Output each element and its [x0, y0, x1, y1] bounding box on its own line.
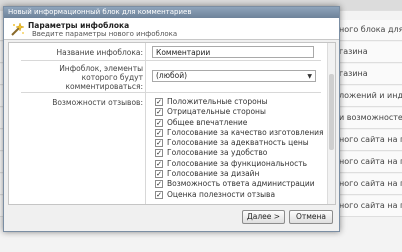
option-label: Отрицательные стороны [167, 107, 266, 117]
row-text: и возможностей п [339, 113, 402, 122]
option-label: Голосование за удобство [167, 148, 268, 158]
window-titlebar[interactable]: Новый информационный блок для комментари… [4, 7, 339, 18]
row-text: ного блока для ко [339, 25, 402, 34]
row-text: ного сайта на при [339, 201, 402, 210]
dialog-header: Параметры инфоблока Введите параметры но… [4, 18, 339, 40]
row-infoblock-name: Название инфоблока: [21, 43, 321, 61]
row-text: газина [339, 69, 368, 78]
option-label: Голосование за адекватность цены [167, 138, 309, 148]
checkbox[interactable]: ✓ [155, 128, 163, 137]
option-admin-reply[interactable]: ✓ Возможность ответа администрации [155, 179, 325, 189]
review-options-label: Возможности отзывов: [52, 98, 143, 107]
row-text: газина [339, 47, 368, 56]
option-label: Оценка полезности отзыва [167, 189, 276, 199]
commented-infoblock-value: (любой) [156, 71, 188, 80]
checkbox[interactable]: ✓ [155, 108, 163, 117]
next-button[interactable]: Далее > [242, 210, 285, 224]
option-vote-design[interactable]: ✓ Голосование за дизайн [155, 169, 325, 179]
checkbox[interactable]: ✓ [155, 139, 163, 148]
scrollbar-thumb[interactable] [329, 74, 334, 150]
option-label: Возможность ответа администрации [167, 179, 315, 189]
infoblock-name-label: Название инфоблока: [56, 48, 143, 57]
checkbox[interactable]: ✓ [155, 149, 163, 158]
vertical-scrollbar[interactable] [327, 43, 335, 204]
commented-infoblock-label-line: комментироваться: [65, 82, 143, 91]
column-divider [145, 61, 146, 92]
row-text: ного сайта на при [339, 135, 402, 144]
option-vote-price[interactable]: ✓ Голосование за адекватность цены [155, 138, 325, 148]
option-overall[interactable]: ✓ Общее впечатление [155, 118, 325, 128]
row-review-options: Возможности отзывов: ✓ Положительные стор… [21, 93, 324, 204]
magic-wand-icon [11, 22, 25, 36]
dialog-subtitle: Введите параметры нового инфоблока [32, 30, 178, 38]
commented-infoblock-label: Инфоблок, элементы которого будут коммен… [59, 64, 143, 91]
dialog-footer: Далее > Отмена [4, 208, 339, 231]
infoblock-name-input[interactable] [152, 46, 314, 58]
option-label: Положительные стороны [167, 97, 268, 106]
option-negative[interactable]: ✓ Отрицательные стороны [155, 107, 325, 117]
commented-infoblock-select[interactable]: (любой) ▼ [152, 70, 316, 82]
chevron-down-icon: ▼ [307, 73, 312, 80]
dialog-window: Новый информационный блок для комментари… [3, 6, 340, 232]
option-label: Голосование за функциональность [167, 158, 307, 168]
option-vote-quality[interactable]: ✓ Голосование за качество изготовления [155, 128, 325, 138]
option-label: Голосование за качество изготовления [167, 127, 324, 137]
dialog-title: Параметры инфоблока [28, 21, 130, 30]
review-options-list: ✓ Положительные стороны ✓ Отрицательные ст… [155, 97, 325, 200]
infoblock-form: Название инфоблока: Инфоблок, элементы к… [21, 43, 324, 204]
row-commented-infoblock: Инфоблок, элементы которого будут коммен… [21, 61, 321, 93]
commented-infoblock-label-line: которого будут [81, 73, 143, 82]
option-usefulness-rating[interactable]: ✓ Оценка полезности отзыва [155, 190, 325, 200]
commented-infoblock-label-line: Инфоблок, элементы [59, 64, 143, 73]
window-title: Новый информационный блок для комментари… [8, 8, 192, 16]
column-divider [145, 43, 146, 60]
checkbox[interactable]: ✓ [155, 190, 163, 199]
checkbox[interactable]: ✓ [155, 170, 163, 179]
option-label: Общее впечатление [167, 117, 248, 127]
option-vote-functionality[interactable]: ✓ Голосование за функциональность [155, 159, 325, 169]
row-text: ного сайта на при [339, 157, 402, 166]
option-positive[interactable]: ✓ Положительные стороны [155, 97, 325, 107]
option-vote-convenience[interactable]: ✓ Голосование за удобство [155, 148, 325, 158]
column-divider [145, 93, 146, 204]
checkbox[interactable]: ✓ [155, 180, 163, 189]
checkbox[interactable]: ✓ [155, 159, 163, 168]
row-text: ложений и индекс [339, 91, 402, 100]
checkbox[interactable]: ✓ [155, 118, 163, 127]
checkbox[interactable]: ✓ [155, 98, 163, 106]
form-panel: Название инфоблока: Инфоблок, элементы к… [8, 42, 336, 205]
row-text: ного сайта на при [339, 179, 402, 188]
option-label: Голосование за дизайн [167, 169, 260, 179]
cancel-button[interactable]: Отмена [289, 210, 333, 224]
